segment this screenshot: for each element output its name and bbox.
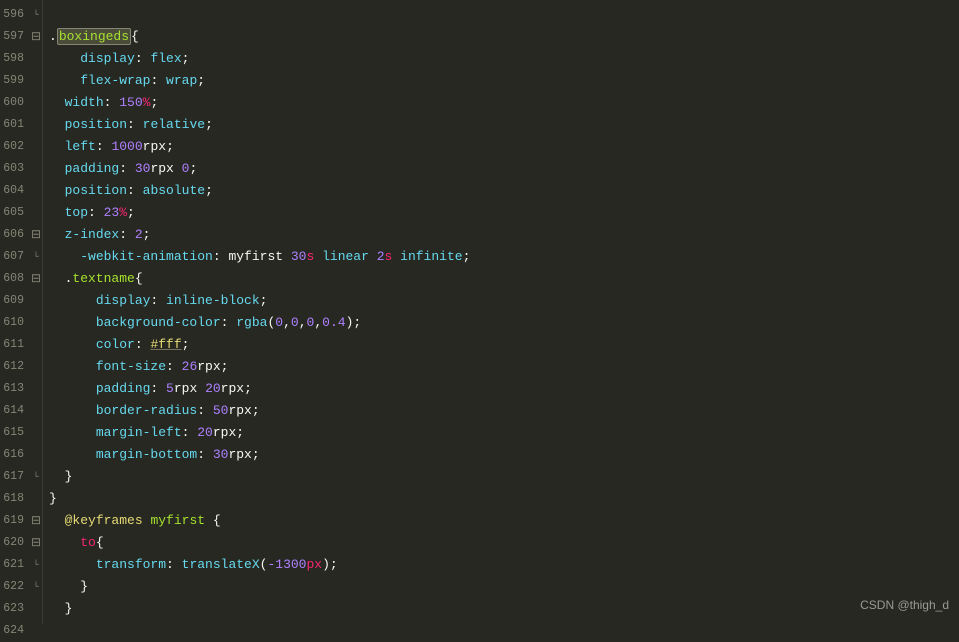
fold-empty [30, 70, 42, 92]
fold-toggle-icon[interactable]: ⊟ [30, 26, 42, 48]
code-line[interactable]: width: 150%; [49, 92, 959, 114]
line-number: 618 [2, 488, 26, 510]
fold-end-icon: └ [30, 576, 42, 598]
code-line[interactable]: position: absolute; [49, 180, 959, 202]
fold-empty [30, 488, 42, 510]
fold-empty [30, 92, 42, 114]
line-number: 607 [2, 246, 26, 268]
code-line[interactable]: } [49, 488, 959, 510]
code-line[interactable]: } [49, 576, 959, 598]
line-number: 609 [2, 290, 26, 312]
code-line[interactable]: color: #fff; [49, 334, 959, 356]
code-line[interactable]: margin-left: 20rpx; [49, 422, 959, 444]
line-number: 598 [2, 48, 26, 70]
code-editor[interactable]: 5965975985996006016026036046056066076086… [0, 0, 959, 624]
line-number: 615 [2, 422, 26, 444]
code-line[interactable]: transform: translateX(-1300px); [49, 554, 959, 576]
fold-empty [30, 114, 42, 136]
code-line[interactable]: to{ [49, 532, 959, 554]
line-number: 600 [2, 92, 26, 114]
code-line[interactable]: z-index: 2; [49, 224, 959, 246]
line-number: 612 [2, 356, 26, 378]
fold-empty [30, 356, 42, 378]
line-number: 610 [2, 312, 26, 334]
code-line[interactable]: padding: 5rpx 20rpx; [49, 378, 959, 400]
fold-empty [30, 136, 42, 158]
fold-empty [30, 598, 42, 620]
line-number: 596 [2, 4, 26, 26]
line-number: 622 [2, 576, 26, 598]
code-line[interactable]: } [49, 466, 959, 488]
code-line[interactable] [49, 620, 959, 642]
fold-empty [30, 158, 42, 180]
fold-empty [30, 422, 42, 444]
line-number: 599 [2, 70, 26, 92]
code-line[interactable]: } [49, 598, 959, 620]
line-number: 616 [2, 444, 26, 466]
fold-column[interactable]: └⊟⊟└⊟└⊟⊟└└ [30, 0, 42, 624]
line-number: 613 [2, 378, 26, 400]
fold-empty [30, 400, 42, 422]
fold-empty [30, 180, 42, 202]
fold-toggle-icon[interactable]: ⊟ [30, 268, 42, 290]
line-number: 601 [2, 114, 26, 136]
code-content[interactable]: .boxingeds{ display: flex; flex-wrap: wr… [43, 0, 959, 624]
code-line[interactable]: padding: 30rpx 0; [49, 158, 959, 180]
fold-end-icon: └ [30, 246, 42, 268]
code-line[interactable]: .textname{ [49, 268, 959, 290]
line-number: 619 [2, 510, 26, 532]
fold-empty [30, 378, 42, 400]
code-line[interactable]: @keyframes myfirst { [49, 510, 959, 532]
fold-end-icon: └ [30, 466, 42, 488]
fold-end-icon: └ [30, 554, 42, 576]
line-number: 605 [2, 202, 26, 224]
fold-empty [30, 620, 42, 642]
fold-empty [30, 444, 42, 466]
code-line[interactable] [49, 4, 959, 26]
code-line[interactable]: -webkit-animation: myfirst 30s linear 2s… [49, 246, 959, 268]
code-line[interactable]: background-color: rgba(0,0,0,0.4); [49, 312, 959, 334]
code-line[interactable]: top: 23%; [49, 202, 959, 224]
line-number: 603 [2, 158, 26, 180]
code-line[interactable]: left: 1000rpx; [49, 136, 959, 158]
code-line[interactable]: .boxingeds{ [49, 26, 959, 48]
line-number: 604 [2, 180, 26, 202]
code-line[interactable]: display: flex; [49, 48, 959, 70]
line-number: 620 [2, 532, 26, 554]
line-number: 597 [2, 26, 26, 48]
code-line[interactable]: position: relative; [49, 114, 959, 136]
line-number: 606 [2, 224, 26, 246]
code-line[interactable]: margin-bottom: 30rpx; [49, 444, 959, 466]
line-number: 624 [2, 620, 26, 642]
watermark: CSDN @thigh_d [860, 594, 949, 616]
fold-empty [30, 334, 42, 356]
line-number: 617 [2, 466, 26, 488]
fold-empty [30, 48, 42, 70]
fold-toggle-icon[interactable]: ⊟ [30, 224, 42, 246]
fold-empty [30, 202, 42, 224]
code-line[interactable]: display: inline-block; [49, 290, 959, 312]
line-number: 614 [2, 400, 26, 422]
fold-empty [30, 312, 42, 334]
code-line[interactable]: border-radius: 50rpx; [49, 400, 959, 422]
line-number: 602 [2, 136, 26, 158]
code-line[interactable]: font-size: 26rpx; [49, 356, 959, 378]
line-number-gutter: 5965975985996006016026036046056066076086… [0, 0, 30, 624]
line-number: 623 [2, 598, 26, 620]
fold-end-icon: └ [30, 4, 42, 26]
fold-empty [30, 290, 42, 312]
line-number: 608 [2, 268, 26, 290]
line-number: 611 [2, 334, 26, 356]
fold-toggle-icon[interactable]: ⊟ [30, 532, 42, 554]
code-line[interactable]: flex-wrap: wrap; [49, 70, 959, 92]
line-number: 621 [2, 554, 26, 576]
fold-toggle-icon[interactable]: ⊟ [30, 510, 42, 532]
